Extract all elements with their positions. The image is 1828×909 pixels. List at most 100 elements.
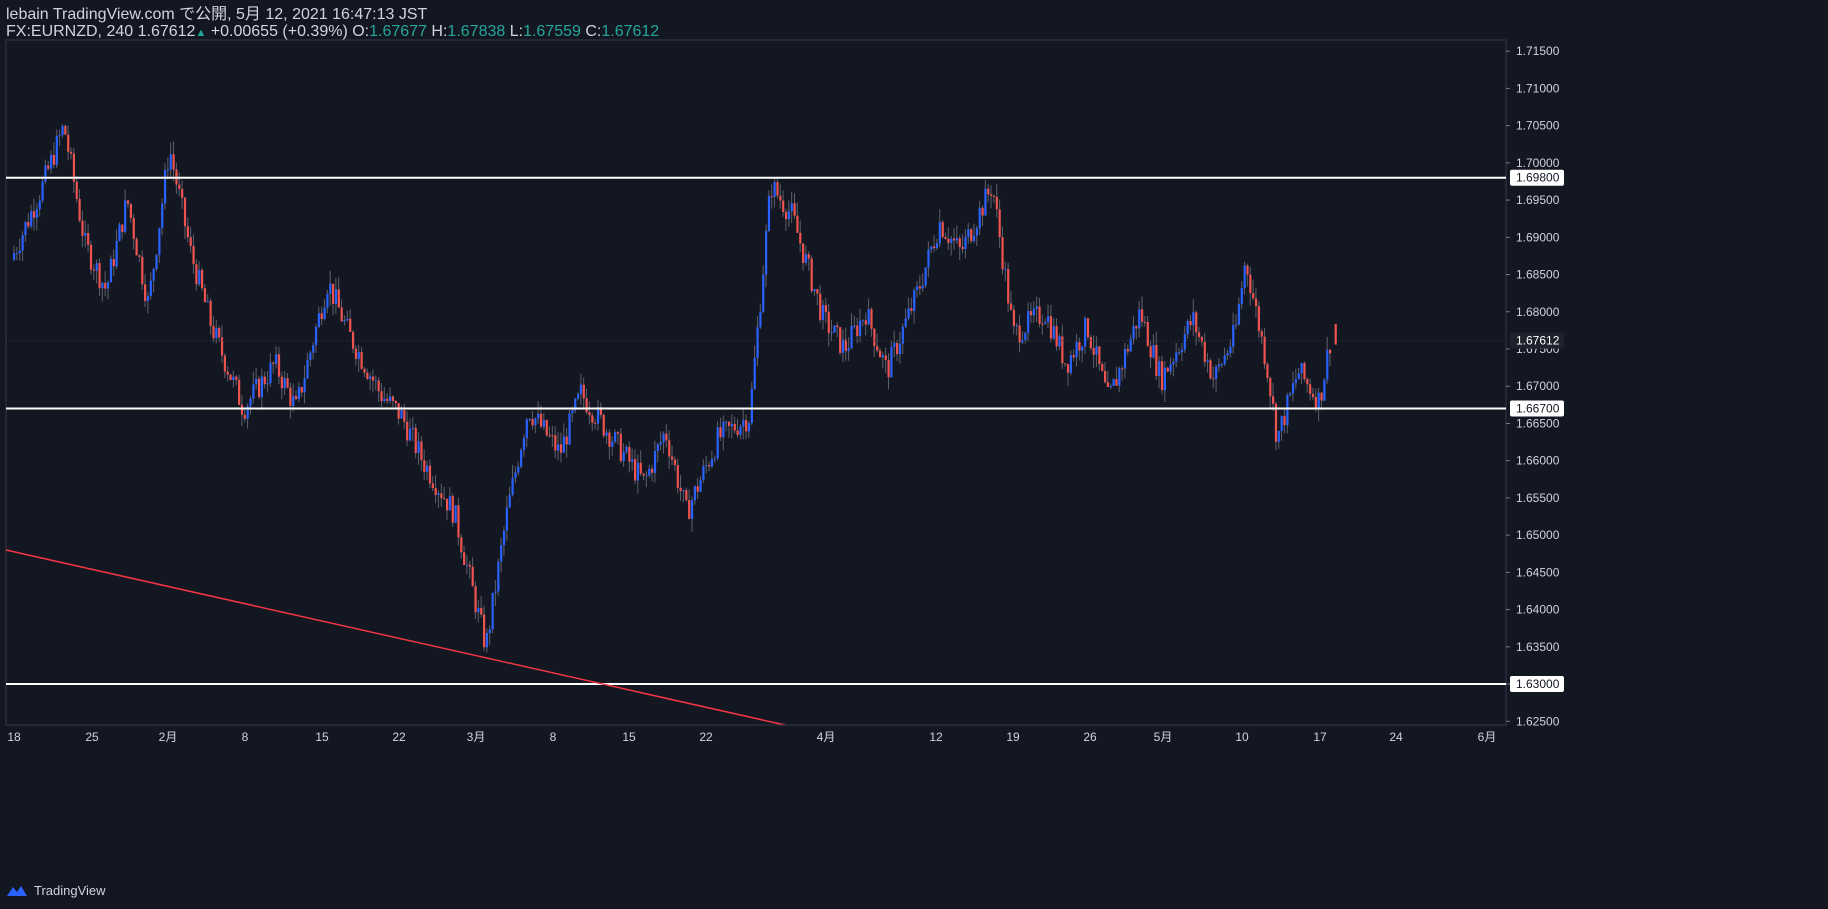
candle-body [95,263,98,271]
candle-body [693,486,696,501]
candle-body [565,436,568,445]
candle-body [893,342,896,348]
candle-body [935,243,939,249]
candle-body [525,419,528,439]
candle-body [559,444,563,453]
candle-body [736,430,739,435]
candle-body [930,246,933,250]
candle-body [369,376,372,379]
trendline[interactable] [5,549,786,726]
candle-body [303,378,306,393]
candle-body [719,427,722,438]
candle-body [1001,237,1004,270]
candle-body [107,282,110,289]
candle-body [1121,368,1124,370]
candle-body [332,283,335,304]
candle-body [961,246,964,250]
candle-body [938,222,941,244]
candle-body [337,289,340,308]
candle-body [1286,395,1289,426]
candle-body [1138,309,1141,329]
candle-body [1186,320,1189,335]
candle-body [696,486,699,492]
price-chart[interactable]: 1.71500 1.71000 1.70500 1.70000 1.69500 1.690… [0,0,1828,909]
candle-body [591,415,594,423]
y-tick-label: 1.65000 [1516,528,1560,542]
candle-body [1160,361,1164,391]
y-tick-label: 1.69000 [1516,230,1560,244]
candle-body [727,421,731,427]
trendline-line[interactable] [5,549,786,726]
candle-body [517,466,520,473]
candle-body [688,500,691,519]
candle-body [958,238,961,247]
candle-body [545,420,548,436]
candle-body [1047,316,1050,323]
candle-body [1166,367,1169,372]
candle-body [636,462,640,481]
candle-body [1246,265,1249,275]
candle-body [631,459,634,462]
candle-body [1041,323,1044,325]
candle-body [1141,309,1144,322]
candle-body [776,182,779,196]
candle-body [460,537,463,553]
candle-body [765,230,768,275]
candle-body [445,498,449,511]
candles [13,123,1337,653]
candle-body [784,212,788,220]
candle-body [161,203,164,229]
x-tick-label: 15 [622,730,636,744]
candle-body [340,307,343,322]
candle-body [423,460,426,472]
candle-body [115,241,118,267]
candle-body [904,318,907,327]
candle-body [756,327,759,359]
candle-body [1243,265,1246,289]
x-tick-label: 10 [1235,730,1249,744]
grid [5,39,1507,726]
candle-body [847,348,850,351]
candle-body [326,293,329,308]
candle-body [406,421,409,441]
candle-body [651,468,654,473]
candle-body [557,444,560,451]
candle-body [1220,364,1223,366]
candle-body [1018,325,1021,343]
candle-body [1052,326,1055,339]
candle-body [69,151,73,154]
candle-body [463,552,466,565]
candle-body [1163,367,1166,391]
candle-body [1044,322,1047,324]
candle-body [400,410,403,419]
candle-body [235,376,238,380]
candle-body [1329,349,1332,354]
y-tick-label: 1.71500 [1516,44,1560,58]
candle-body [833,325,836,333]
candle-body [1027,311,1030,334]
candle-body [272,362,275,365]
candle-body [554,435,557,451]
candle-body [1212,378,1215,380]
candle-body [1078,342,1081,351]
candle-body [992,195,996,197]
candle-body [796,215,799,233]
candle-body [249,398,252,407]
candle-body [1269,377,1272,397]
candle-body [383,398,386,402]
candle-body [1089,337,1092,349]
candle-body [1086,318,1090,338]
candle-body [622,451,625,462]
candle-body [428,465,432,484]
plot-frame [5,39,1507,726]
candle-body [579,384,583,394]
y-tick-label: 1.71000 [1516,81,1560,95]
candle-body [1223,355,1226,365]
y-tick-label: 1.65500 [1516,491,1560,505]
candle-body [15,252,19,254]
candle-body [1135,325,1138,329]
candle-body [443,498,446,500]
candle-body [990,194,993,196]
candle-body [676,464,679,488]
candle-body [1049,316,1053,339]
